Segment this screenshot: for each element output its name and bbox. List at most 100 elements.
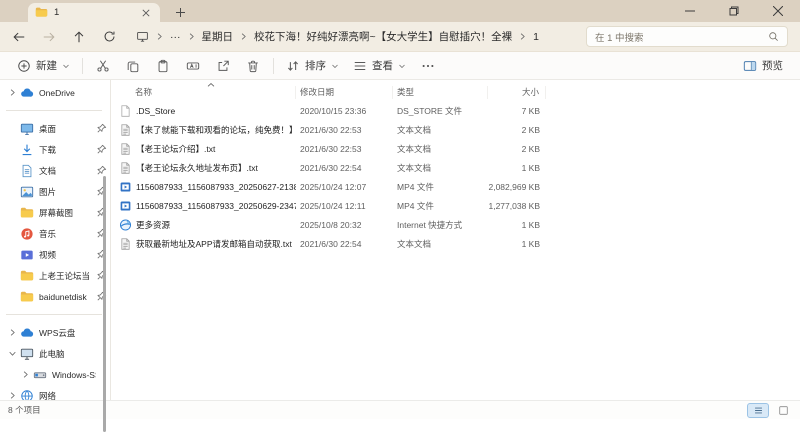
tab-close-icon[interactable] [139,6,153,20]
file-name: .DS_Store [136,105,176,116]
status-bar: 8 个项目 [0,400,800,419]
preview-button[interactable]: 预览 [736,54,790,78]
file-row[interactable]: 【老王论坛介绍】.txt 2021/6/30 22:53 文本文档 2 KB [111,139,800,158]
file-row[interactable]: 【老王论坛永久地址发布页】.txt 2021/6/30 22:54 文本文档 1… [111,158,800,177]
sidebar-item[interactable]: Windows-SSD [0,364,110,385]
up-button[interactable] [66,25,92,49]
file-date-modified: 2025/10/24 12:11 [300,200,366,211]
sidebar-item[interactable]: 上老王论坛当 [0,265,110,286]
sidebar-item-label: WPS云盘 [39,327,76,338]
sidebar-item[interactable]: baidunetdisk [0,286,110,307]
sidebar-item[interactable]: 图片 [0,181,110,202]
sidebar-item-icon [20,347,34,361]
pin-icon [96,165,107,176]
sidebar-item[interactable]: 此电脑 [0,343,110,364]
large-icons-view-toggle[interactable] [772,403,794,418]
sidebar-item-icon [20,143,34,157]
sidebar-item[interactable]: 网络 [0,385,110,400]
file-type-icon [119,199,132,213]
paste-button[interactable] [148,54,178,78]
sidebar-scrollbar[interactable] [103,176,106,432]
sidebar-item-label: OneDrive [39,87,75,98]
window-controls [668,0,800,22]
maximize-button[interactable] [712,0,756,22]
navigation-pane: OneDrive 桌面 下载 文档 图片 屏幕截图 音乐 视频 上老王论坛当 b… [0,80,111,400]
new-tab-button[interactable] [172,4,188,20]
breadcrumb-overflow[interactable]: ··· [166,29,185,45]
close-button[interactable] [756,0,800,22]
column-header-date[interactable]: 修改日期 [296,86,393,99]
sidebar-item-label: 下载 [39,144,57,155]
sidebar-item[interactable]: WPS云盘 [0,322,110,343]
more-options-button[interactable] [413,54,443,78]
column-header-size[interactable]: 大小 [488,86,546,99]
location-icon[interactable] [132,28,153,45]
chevron-right-icon [516,32,529,41]
minimize-button[interactable] [668,0,712,22]
file-row[interactable]: 获取最新地址及APP请发邮箱自动获取.txt 2021/6/30 22:54 文… [111,234,800,253]
view-icon [353,59,367,73]
sidebar-item-icon [33,368,47,382]
sidebar-item-icon [20,122,34,136]
rename-button[interactable] [178,54,208,78]
file-row[interactable]: 1156087933_1156087933_20250627-2138... 2… [111,177,800,196]
new-icon [17,59,31,73]
sidebar-item-icon [20,185,34,199]
sort-button[interactable]: 排序 [279,54,346,78]
tab-title: 1 [54,7,60,18]
details-view-toggle[interactable] [747,402,769,418]
chevron-down-icon [62,62,70,70]
file-row[interactable]: 更多资源 2025/10/8 20:32 Internet 快捷方式 1 KB [111,215,800,234]
address-bar: ··· 星期日 校花下海！好纯好漂亮啊~【女大学生】自慰插穴！全裸 1 在 1 … [0,22,800,52]
explorer-tab[interactable]: 1 [28,3,160,22]
toolbar-separator [273,57,274,74]
refresh-button[interactable] [96,25,122,49]
sidebar-item-icon [20,86,34,100]
sidebar-item[interactable]: OneDrive [0,82,110,103]
column-header-type[interactable]: 类型 [393,86,488,99]
file-name: 1156087933_1156087933_20250629-2347... [136,200,296,211]
main-area: OneDrive 桌面 下载 文档 图片 屏幕截图 音乐 视频 上老王论坛当 b… [0,80,800,432]
forward-button[interactable] [36,25,62,49]
delete-button[interactable] [238,54,268,78]
cut-button[interactable] [88,54,118,78]
sidebar-item[interactable]: 屏幕截图 [0,202,110,223]
breadcrumb-item[interactable]: 1 [529,29,543,45]
sidebar-item[interactable]: 文档 [0,160,110,181]
sidebar-item[interactable]: 视频 [0,244,110,265]
preview-pane-icon [743,59,757,73]
file-row[interactable]: .DS_Store 2020/10/15 23:36 DS_STORE 文件 7… [111,101,800,120]
file-rows: .DS_Store 2020/10/15 23:36 DS_STORE 文件 7… [111,101,800,253]
file-date-modified: 2021/6/30 22:54 [300,238,362,249]
file-type-icon [119,180,132,194]
new-button[interactable]: 新建 [10,54,77,78]
file-type: DS_STORE 文件 [397,105,463,116]
file-type: 文本文档 [397,238,432,249]
breadcrumb-item[interactable]: 校花下海！好纯好漂亮啊~【女大学生】自慰插穴！全裸 [250,27,516,46]
breadcrumb-item[interactable]: 星期日 [198,27,238,46]
file-row[interactable]: 【来了就能下载和观看的论坛，纯免费！】.txt 2021/6/30 22:53 … [111,120,800,139]
toolbar-separator [82,57,83,74]
expand-chevron-icon[interactable] [8,87,19,98]
expand-chevron-icon[interactable] [8,348,19,359]
file-size: 2,082,969 KB [488,181,540,192]
expand-chevron-icon[interactable] [21,369,32,380]
expand-chevron-icon[interactable] [8,390,19,400]
file-name: 更多资源 [136,219,171,230]
search-placeholder: 在 1 中搜索 [595,32,644,44]
share-button[interactable] [208,54,238,78]
back-button[interactable] [6,25,32,49]
search-input[interactable]: 在 1 中搜索 [586,26,788,47]
file-type-icon [119,237,132,251]
file-row[interactable]: 1156087933_1156087933_20250629-2347... 2… [111,196,800,215]
sidebar-item-icon [20,290,34,304]
sidebar-item[interactable]: 桌面 [0,118,110,139]
preview-label: 预览 [762,60,783,72]
expand-chevron-icon[interactable] [8,327,19,338]
file-type-icon [119,218,132,232]
sidebar-item[interactable]: 下载 [0,139,110,160]
titlebar: 1 [0,0,800,22]
view-button[interactable]: 查看 [346,54,413,78]
copy-button[interactable] [118,54,148,78]
sidebar-item[interactable]: 音乐 [0,223,110,244]
